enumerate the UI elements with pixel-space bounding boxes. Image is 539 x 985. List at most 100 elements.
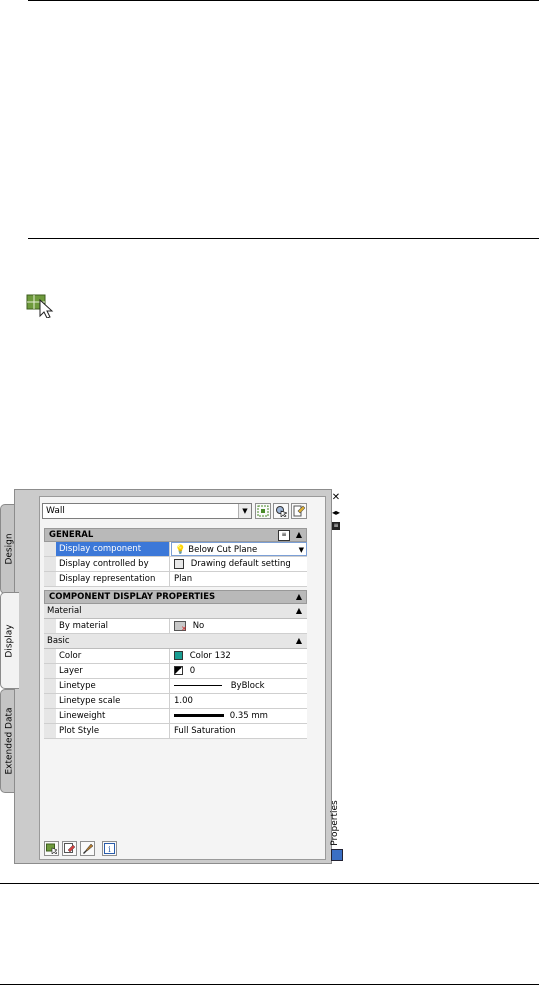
linetype-field[interactable]: ByBlock — [171, 679, 307, 693]
paintbrush-icon — [83, 843, 93, 854]
row-gutter — [44, 619, 56, 633]
palette-title: Properties — [330, 800, 340, 846]
row-gutter — [44, 694, 56, 708]
display-controlled-by-field[interactable]: Drawing default setting — [171, 557, 307, 571]
top-rule — [28, 0, 539, 1]
by-material-row[interactable]: By material ✕ No — [44, 619, 307, 634]
close-icon[interactable]: ✕ — [330, 493, 342, 503]
linetype-sample-line — [174, 685, 222, 686]
tab-extended-data-label: Extended Data — [4, 707, 15, 775]
material-icon: ✕ — [174, 620, 187, 632]
collapse-icon: ▲ — [295, 636, 302, 645]
properties-menu-icon[interactable]: ≡ — [332, 522, 340, 530]
info-button[interactable]: i — [102, 841, 117, 856]
display-representation-label: Display representation — [56, 572, 170, 586]
row-gutter — [44, 664, 56, 678]
row-gutter — [44, 572, 56, 586]
palette-content: Wall ▼ GENERAL ▲ ≡ Display component 💡 B… — [39, 496, 326, 860]
display-controlled-by-label: Display controlled by — [56, 557, 170, 571]
linetype-scale-value[interactable]: 1.00 — [171, 694, 307, 708]
linetype-value: ByBlock — [230, 681, 265, 691]
component-display-section-header[interactable]: COMPONENT DISPLAY PROPERTIES ▲ — [44, 590, 307, 604]
row-gutter — [44, 542, 56, 556]
row-gutter — [44, 649, 56, 663]
lineweight-field[interactable]: 0.35 mm — [171, 709, 307, 723]
by-material-label: By material — [56, 619, 170, 633]
row-gutter — [44, 679, 56, 693]
layer-label: Layer — [56, 664, 170, 678]
layer-row[interactable]: Layer 0 — [44, 664, 307, 679]
tab-design-label: Design — [4, 533, 15, 565]
svg-text:i: i — [108, 845, 111, 854]
display-component-label: Display component — [56, 542, 170, 556]
rule-3 — [0, 883, 539, 884]
plot-style-row[interactable]: Plot Style Full Saturation — [44, 724, 307, 739]
edit-display-properties-button[interactable] — [62, 841, 77, 856]
tab-display[interactable]: Display — [0, 592, 19, 689]
lineweight-row[interactable]: Lineweight 0.35 mm — [44, 709, 307, 724]
lightbulb-icon: 💡 — [175, 545, 186, 555]
display-component-value: Below Cut Plane — [188, 545, 258, 555]
component-display-section-title: COMPONENT DISPLAY PROPERTIES — [49, 592, 216, 602]
row-gutter — [44, 709, 56, 723]
display-component-dropdown[interactable]: 💡 Below Cut Plane ▼ — [171, 542, 307, 556]
layer-icon — [174, 666, 183, 675]
palette-frame: Wall ▼ GENERAL ▲ ≡ Display component 💡 B… — [14, 489, 343, 864]
color-field[interactable]: Color 132 — [171, 649, 307, 663]
auto-hide-icon[interactable]: ◂▸ — [330, 508, 342, 518]
linetype-label: Linetype — [56, 679, 170, 693]
property-grid: GENERAL ▲ ≡ Display component 💡 Below Cu… — [44, 528, 307, 739]
color-row[interactable]: Color Color 132 — [44, 649, 307, 664]
tab-display-label: Display — [5, 623, 15, 658]
plot-style-value[interactable]: Full Saturation — [171, 724, 307, 738]
collapse-icon: ▲ — [295, 606, 302, 615]
linetype-scale-label: Linetype scale — [56, 694, 170, 708]
display-representation-row[interactable]: Display representation Plan — [44, 572, 307, 587]
material-category-title: Material — [47, 606, 82, 616]
collapse-icon: ▲ — [295, 530, 302, 539]
linetype-scale-row[interactable]: Linetype scale 1.00 — [44, 694, 307, 709]
display-properties-icon[interactable]: ≡ — [278, 530, 290, 541]
color-value: Color 132 — [189, 651, 231, 661]
pick-object-button[interactable] — [255, 503, 271, 519]
general-section-title: GENERAL — [49, 530, 94, 540]
display-component-row[interactable]: Display component 💡 Below Cut Plane ▼ — [44, 542, 307, 557]
layer-value: 0 — [189, 666, 196, 676]
select-display-component-button[interactable] — [44, 841, 59, 856]
collapse-icon: ▲ — [295, 592, 302, 601]
layer-field[interactable]: 0 — [171, 664, 307, 678]
match-properties-button[interactable] — [80, 841, 95, 856]
lineweight-label: Lineweight — [56, 709, 170, 723]
info-icon: i — [104, 843, 115, 854]
palette-title-strip: ✕ ◂▸ ≡ Properties — [327, 490, 346, 865]
edit-style-button[interactable] — [291, 503, 307, 519]
style-dropdown-value: Wall — [46, 506, 65, 516]
properties-palette: Design Extended Data Wall ▼ GENERAL ▲ ≡ … — [0, 489, 343, 864]
style-dropdown[interactable]: Wall ▼ — [42, 503, 252, 519]
by-material-value: No — [192, 621, 205, 631]
display-representation-value: Plan — [174, 574, 193, 584]
lineweight-sample-line — [174, 714, 224, 717]
select-display-component-icon — [26, 292, 56, 319]
quick-select-button[interactable] — [273, 503, 289, 519]
quick-select-icon — [276, 506, 287, 517]
select-component-icon — [46, 843, 57, 854]
material-category-header[interactable]: Material ▲ — [44, 604, 307, 619]
basic-category-title: Basic — [47, 636, 70, 646]
rule-2 — [28, 238, 539, 239]
general-section-header[interactable]: GENERAL ▲ ≡ — [44, 528, 307, 542]
edit-display-icon — [64, 843, 75, 853]
linetype-row[interactable]: Linetype ByBlock — [44, 679, 307, 694]
plot-style-label: Plot Style — [56, 724, 170, 738]
by-material-field[interactable]: ✕ No — [171, 619, 307, 633]
pick-object-icon — [257, 505, 269, 517]
chevron-down-icon: ▼ — [298, 546, 304, 554]
display-controlled-by-row[interactable]: Display controlled by Drawing default se… — [44, 557, 307, 572]
display-controlled-by-value: Drawing default setting — [190, 559, 291, 569]
chevron-down-icon: ▼ — [238, 504, 251, 518]
drawing-settings-icon — [174, 558, 184, 569]
row-gutter — [44, 557, 56, 571]
row-gutter — [44, 724, 56, 738]
basic-category-header[interactable]: Basic ▲ — [44, 634, 307, 649]
edit-style-icon — [293, 505, 305, 517]
